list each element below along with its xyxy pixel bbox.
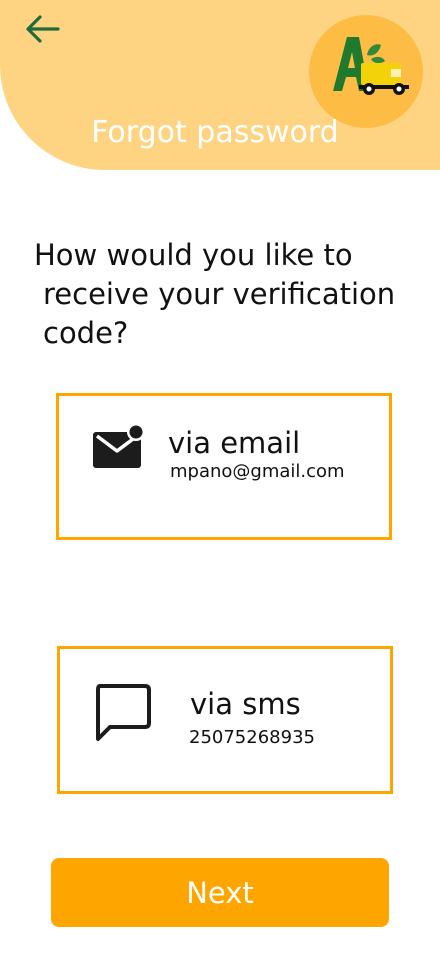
instruction-line: code?	[43, 316, 129, 350]
instruction-line: receive your verification	[43, 277, 396, 311]
arrow-left-icon	[26, 15, 60, 43]
instruction-line: How would you like to	[34, 238, 353, 272]
email-address: mpano@gmail.com	[170, 461, 345, 482]
sms-option-title: via sms	[190, 687, 301, 721]
mail-notification-icon	[93, 423, 145, 468]
email-option-title: via email	[168, 426, 301, 460]
page-title: Forgot password	[91, 115, 339, 150]
phone-number: 25075268935	[189, 727, 315, 748]
next-button[interactable]: Next	[51, 858, 389, 927]
back-button[interactable]	[22, 12, 62, 46]
header: Forgot password	[0, 0, 440, 170]
sms-option[interactable]: via sms 25075268935	[57, 646, 393, 794]
message-icon	[96, 684, 151, 741]
brand-logo	[309, 15, 423, 128]
instruction-text: How would you like to receive your verif…	[34, 236, 424, 353]
brand-logo-icon	[333, 37, 409, 95]
email-option[interactable]: via email mpano@gmail.com	[56, 393, 392, 540]
